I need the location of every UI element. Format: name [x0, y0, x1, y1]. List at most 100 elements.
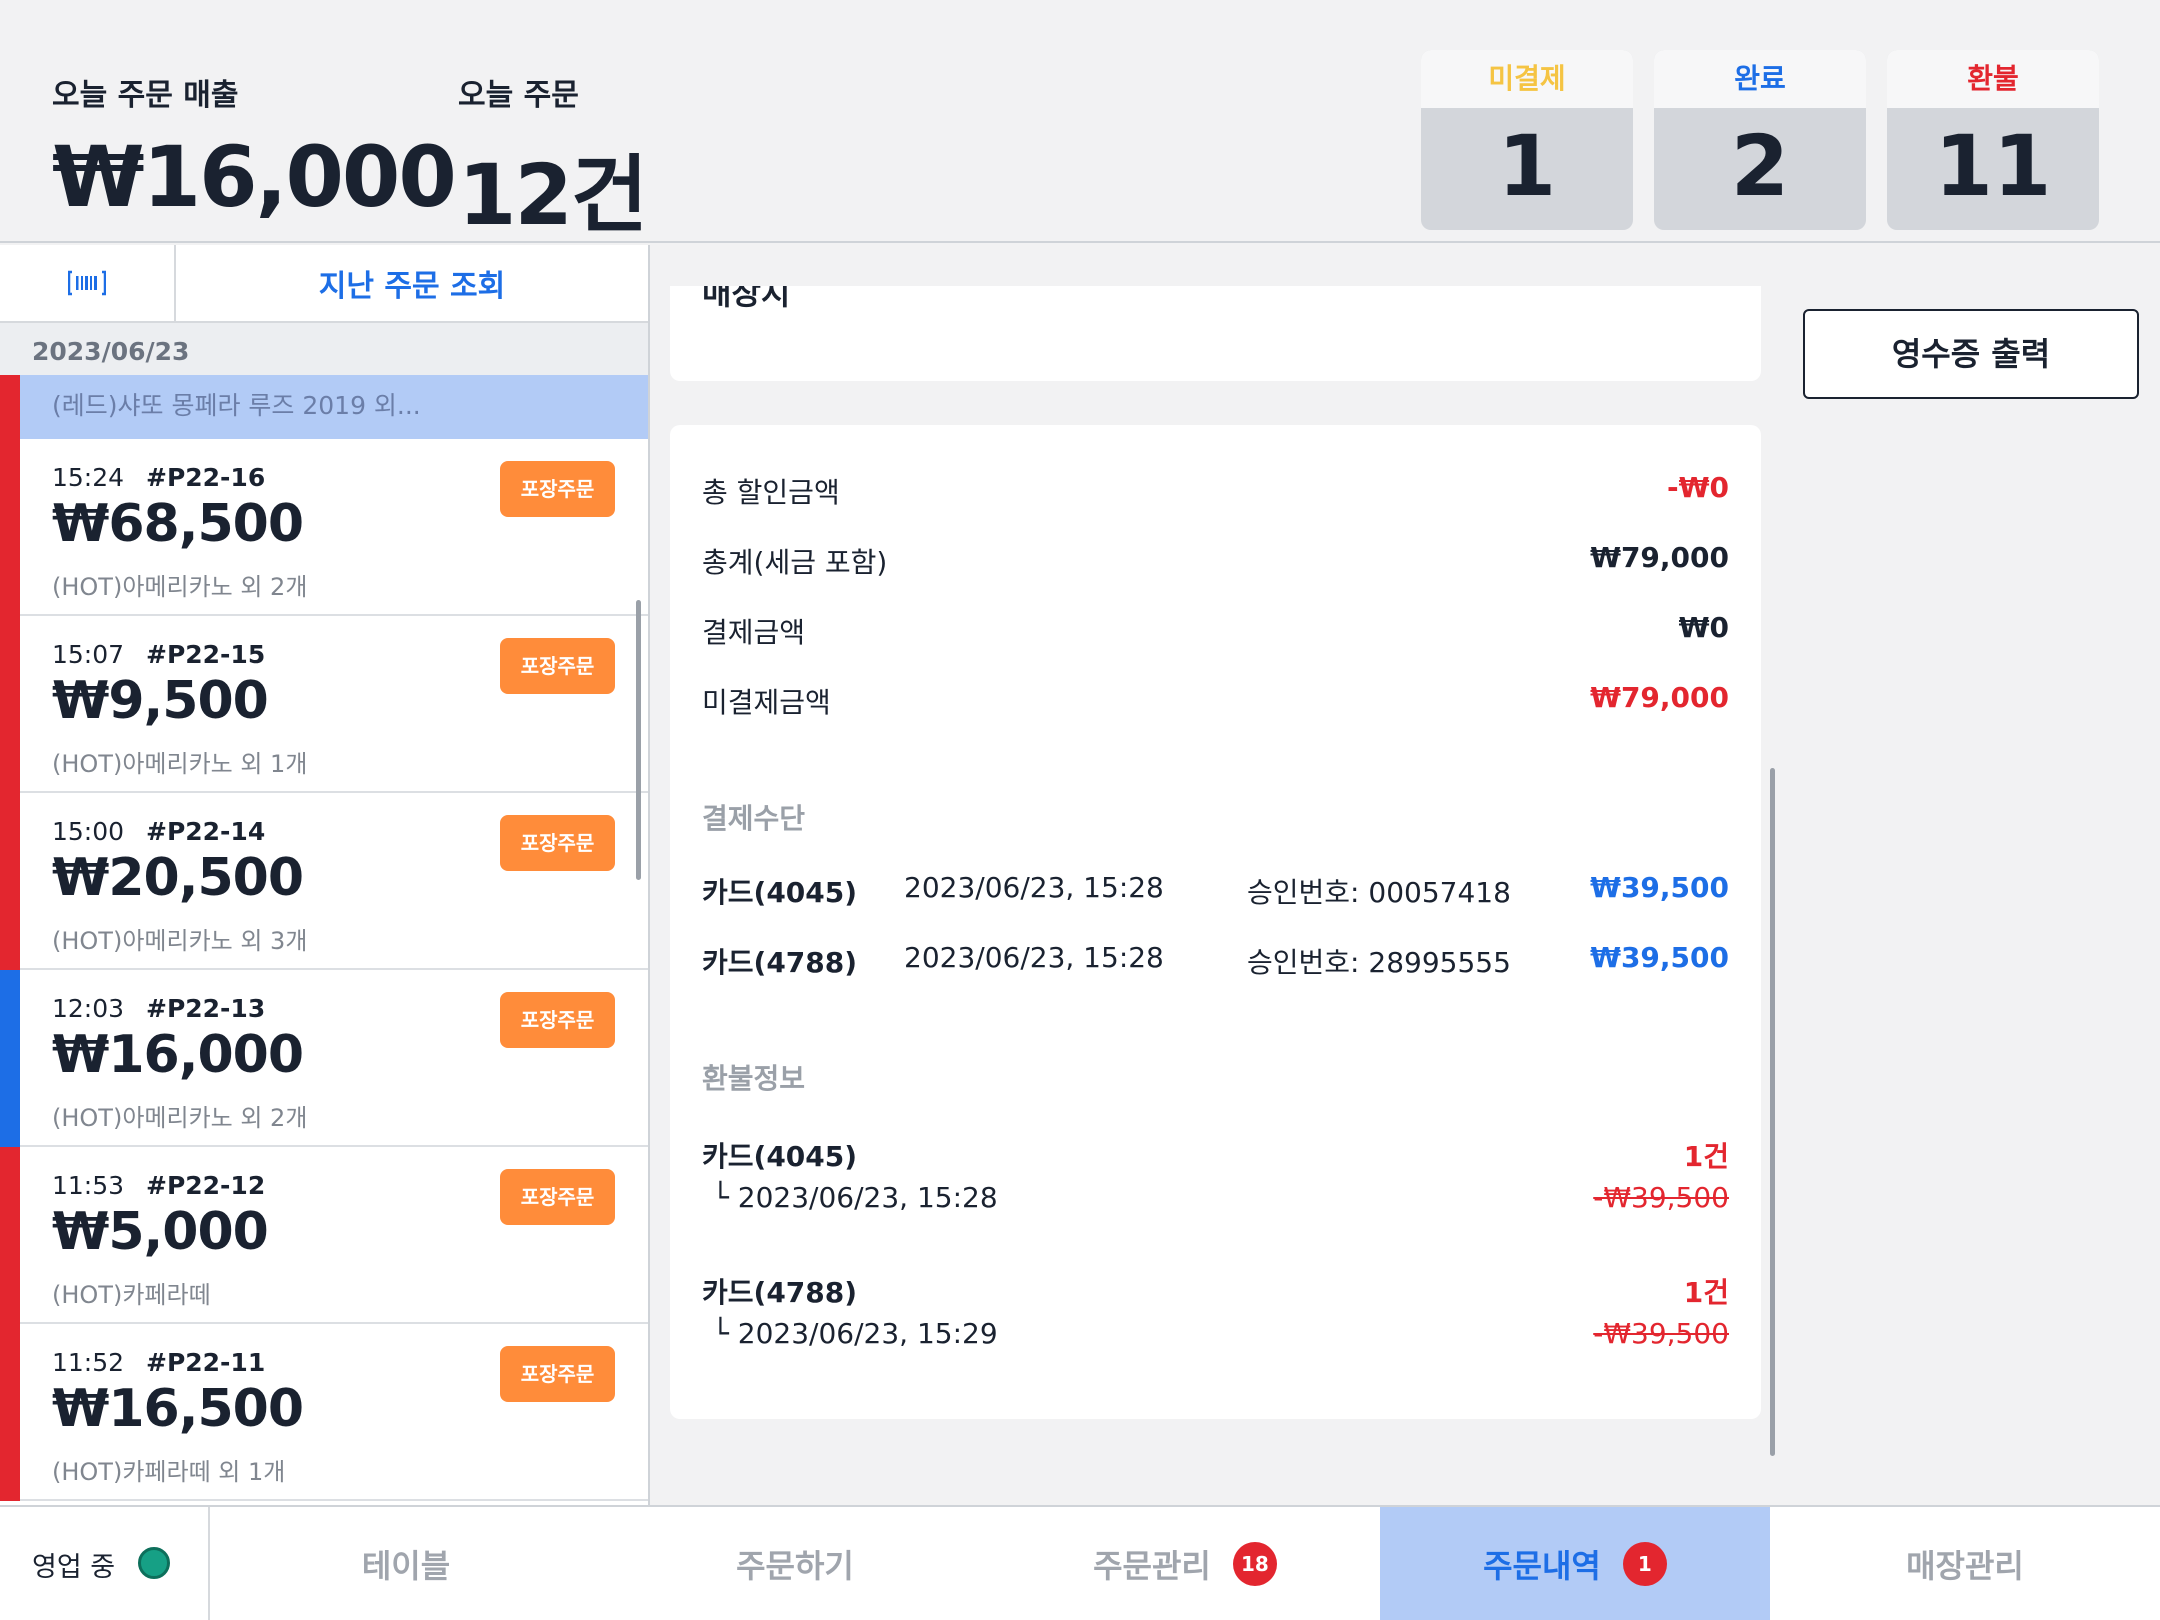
order-status-bar [0, 616, 20, 793]
takeout-badge: 포장주문 [500, 1169, 615, 1225]
refund-count: 1건 [1683, 1140, 1729, 1173]
order-time: 11:53 [52, 1171, 125, 1200]
order-time: 12:03 [52, 994, 125, 1023]
takeout-badge: 포장주문 [500, 992, 615, 1048]
today-sales-value: ₩16,000 [52, 128, 457, 226]
order-amount: ₩20,500 [52, 848, 304, 908]
print-receipt-button[interactable]: 영수증 출력 [1803, 309, 2139, 399]
today-orders: 오늘 주문 12건 [458, 70, 648, 249]
refund-count: 1건 [1683, 1276, 1729, 1309]
today-orders-value: 12건 [458, 146, 648, 244]
unpaid-count-box[interactable]: 미결제 1 [1421, 50, 1633, 230]
tab-label: 테이블 [361, 1546, 451, 1585]
refund-amount: -₩39,500 [1593, 1181, 1729, 1214]
summary-value: -₩0 [1667, 471, 1729, 504]
order-desc: (HOT)카페라떼 외 1개 [52, 1458, 286, 1486]
order-list-panel: 지난 주문 조회 2023/06/23 (레드)샤또 몽페라 루즈 2019 외… [0, 245, 650, 1505]
store-status-label: 영업 중 [32, 1552, 116, 1583]
complete-count-value: 2 [1730, 117, 1790, 215]
order-list-scrollbar[interactable] [636, 600, 641, 880]
summary-label: 결제금액 [702, 616, 806, 649]
unpaid-count-value: 1 [1497, 117, 1557, 215]
payment-method-title: 결제수단 [702, 802, 806, 835]
takeout-badge: 포장주문 [500, 815, 615, 871]
refund-info-title: 환불정보 [702, 1062, 806, 1095]
payment-detail-card: 총 할인금액 -₩0 총계(세금 포함) ₩79,000 결제금액 ₩0 미결제… [670, 425, 1761, 1419]
order-status-bar [0, 439, 20, 616]
order-info-partial-label: 매장지 [702, 286, 791, 312]
tab-table[interactable]: 테이블 [212, 1507, 600, 1620]
order-time: 15:24 [52, 463, 125, 492]
refund-count-box[interactable]: 환불 11 [1887, 50, 2099, 230]
summary-total-row: 총계(세금 포함) ₩79,000 [702, 541, 1729, 581]
order-item[interactable]: 15:07 #P22-15 ₩9,500 (HOT)아메리카노 외 1개 포장주… [0, 616, 648, 793]
order-number: #P22-12 [146, 1171, 266, 1200]
order-desc: (HOT)아메리카노 외 1개 [52, 750, 308, 778]
tab-order-manage[interactable]: 주문관리 18 [990, 1507, 1380, 1620]
order-history-badge: 1 [1622, 1541, 1667, 1586]
order-amount: ₩9,500 [52, 671, 269, 731]
complete-count-label: 완료 [1654, 50, 1866, 108]
payment-approval: 승인번호: 28995555 [1247, 946, 1511, 979]
tab-label: 주문관리 [1093, 1546, 1211, 1585]
payment-amount: ₩39,500 [1590, 941, 1729, 974]
complete-count-box[interactable]: 완료 2 [1654, 50, 1866, 230]
summary-value: ₩79,000 [1590, 681, 1729, 714]
order-time: 15:07 [52, 640, 125, 669]
order-item[interactable]: 11:53 #P22-12 ₩5,000 (HOT)카페라떼 포장주문 [0, 1147, 648, 1324]
order-list-toolbar: 지난 주문 조회 [0, 245, 648, 323]
refund-amount: -₩39,500 [1593, 1317, 1729, 1350]
order-status-bar [0, 970, 20, 1147]
today-sales: 오늘 주문 매출 ₩16,000 [52, 70, 457, 226]
tab-label: 주문내역 [1483, 1546, 1601, 1585]
takeout-badge: 포장주문 [500, 638, 615, 694]
order-time: 11:52 [52, 1348, 125, 1377]
header: 오늘 주문 매출 ₩16,000 오늘 주문 12건 미결제 1 완료 2 환불… [0, 0, 2160, 244]
order-item[interactable]: 15:00 #P22-14 ₩20,500 (HOT)아메리카노 외 3개 포장… [0, 793, 648, 970]
order-item[interactable]: 11:52 #P22-11 ₩16,500 (HOT)카페라떼 외 1개 포장주… [0, 1324, 648, 1501]
takeout-badge: 포장주문 [500, 1346, 615, 1402]
refund-method: 카드(4788) [702, 1276, 858, 1309]
refund-row: 카드(4045) └ 2023/06/23, 15:28 1건 -₩39,500 [702, 1135, 1729, 1225]
order-amount: ₩16,000 [52, 1025, 304, 1085]
order-info-card: 매장지 [670, 286, 1761, 381]
order-desc: (HOT)카페라떼 [52, 1281, 211, 1309]
unpaid-count-label: 미결제 [1421, 50, 1633, 108]
summary-value: ₩0 [1678, 611, 1729, 644]
order-number: #P22-13 [146, 994, 266, 1023]
order-time: 15:00 [52, 817, 125, 846]
payment-row: 카드(4045) 2023/06/23, 15:28 승인번호: 0005741… [702, 871, 1729, 911]
tab-label: 매장관리 [1906, 1546, 2024, 1585]
barcode-scan-button[interactable] [0, 245, 176, 321]
refund-method: 카드(4045) [702, 1140, 858, 1173]
tab-order-history[interactable]: 주문내역 1 [1380, 1507, 1770, 1620]
tab-order[interactable]: 주문하기 [600, 1507, 990, 1620]
selected-order-row[interactable]: (레드)샤또 몽페라 루즈 2019 외... [0, 375, 648, 439]
today-orders-label: 오늘 주문 [458, 78, 579, 113]
order-item[interactable]: 12:03 #P22-13 ₩16,000 (HOT)아메리카노 외 2개 포장… [0, 970, 648, 1147]
tab-store-manage[interactable]: 매장관리 [1770, 1507, 2160, 1620]
payment-datetime: 2023/06/23, 15:28 [904, 941, 1164, 974]
today-sales-label: 오늘 주문 매출 [52, 78, 239, 113]
detail-scrollbar[interactable] [1770, 768, 1775, 1456]
payment-amount: ₩39,500 [1590, 871, 1729, 904]
status-dot-icon [138, 1547, 170, 1579]
summary-label: 미결제금액 [702, 686, 831, 719]
summary-label: 총 할인금액 [702, 476, 840, 509]
order-manage-badge: 18 [1232, 1541, 1277, 1586]
takeout-badge: 포장주문 [500, 461, 615, 517]
order-desc: (HOT)아메리카노 외 3개 [52, 927, 308, 955]
refund-count-value: 11 [1934, 117, 2052, 215]
refund-row: 카드(4788) └ 2023/06/23, 15:29 1건 -₩39,500 [702, 1271, 1729, 1361]
date-header: 2023/06/23 [0, 323, 648, 375]
order-item[interactable]: 15:24 #P22-16 ₩68,500 (HOT)아메리카노 외 2개 포장… [0, 439, 648, 616]
order-amount: ₩5,000 [52, 1202, 269, 1262]
past-orders-button[interactable]: 지난 주문 조회 [176, 245, 648, 321]
payment-method: 카드(4045) [702, 876, 858, 909]
refund-count-label: 환불 [1887, 50, 2099, 108]
order-amount: ₩68,500 [52, 494, 304, 554]
summary-value: ₩79,000 [1590, 541, 1729, 574]
payment-row: 카드(4788) 2023/06/23, 15:28 승인번호: 2899555… [702, 941, 1729, 981]
order-desc: (HOT)아메리카노 외 2개 [52, 1104, 308, 1132]
store-status[interactable]: 영업 중 [0, 1507, 210, 1620]
